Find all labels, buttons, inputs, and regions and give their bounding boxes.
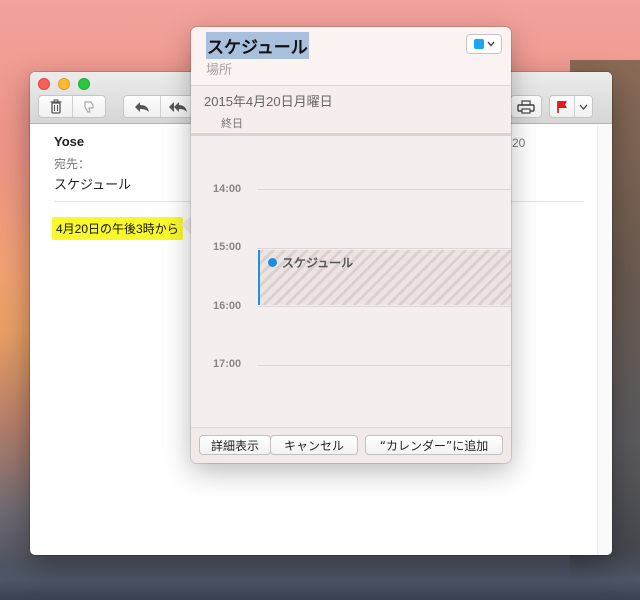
- flag-group: [549, 95, 593, 118]
- zoom-window-button[interactable]: [78, 78, 90, 90]
- delete-button[interactable]: [39, 96, 72, 117]
- reply-group: [123, 95, 195, 118]
- event-title-field[interactable]: スケジュール: [206, 32, 309, 59]
- hour-gridline: [257, 189, 511, 190]
- event-block-title: スケジュール: [282, 256, 354, 270]
- hour-label: 17:00: [213, 358, 242, 370]
- message-date: 20: [512, 136, 526, 150]
- message-scrollbar[interactable]: [597, 125, 612, 555]
- popover-arrow: [181, 216, 191, 234]
- reply-all-button[interactable]: [159, 96, 196, 117]
- popover-footer: 詳細表示 キャンセル “カレンダー”に追加: [191, 427, 511, 463]
- reply-all-icon: [168, 101, 187, 112]
- flag-menu-button[interactable]: [574, 96, 592, 117]
- cancel-button[interactable]: キャンセル: [270, 435, 358, 455]
- close-window-button[interactable]: [38, 78, 50, 90]
- hour-label: 14:00: [213, 183, 242, 195]
- chevron-down-icon: [487, 41, 494, 47]
- flag-button[interactable]: [550, 96, 574, 117]
- hour-gridline: [257, 248, 511, 249]
- calendar-color-select[interactable]: [466, 34, 502, 54]
- junk-icon: [84, 100, 94, 113]
- hour-label: 15:00: [213, 241, 242, 253]
- details-button[interactable]: 詳細表示: [199, 435, 271, 455]
- print-icon: [517, 99, 535, 114]
- hour-label: 16:00: [213, 300, 242, 312]
- flag-menu-chevron-icon: [579, 104, 588, 110]
- location-field[interactable]: 場所: [206, 59, 232, 78]
- all-day-label: 終日: [221, 118, 243, 130]
- popover-header: スケジュール 場所: [191, 27, 511, 85]
- calendar-color-swatch: [473, 39, 484, 49]
- event-date[interactable]: 2015年4月20日月曜日: [204, 91, 333, 110]
- add-event-popover: スケジュール 場所 2015年4月20日月曜日 終日 14:00 15:00 1…: [191, 27, 511, 463]
- day-timeline[interactable]: 14:00 15:00 16:00 17:00 スケジュール: [191, 136, 511, 427]
- reply-button[interactable]: [124, 96, 160, 117]
- message-subject: スケジュール: [54, 177, 132, 192]
- delete-junk-group: [38, 95, 106, 118]
- print-group: [510, 95, 542, 118]
- reply-icon: [134, 101, 149, 112]
- event-color-dot: [268, 258, 277, 267]
- detected-date-highlight[interactable]: 4月20日の午後3時から: [52, 217, 183, 240]
- to-label: 宛先：: [54, 157, 91, 171]
- desktop-background-ridge: [0, 550, 640, 600]
- sender-name[interactable]: Yose: [54, 134, 131, 149]
- event-block[interactable]: スケジュール: [258, 250, 511, 305]
- add-to-calendar-button[interactable]: “カレンダー”に追加: [365, 435, 503, 455]
- print-button[interactable]: [511, 96, 541, 117]
- hour-gridline: [257, 365, 511, 366]
- flag-icon: [557, 100, 567, 113]
- minimize-window-button[interactable]: [58, 78, 70, 90]
- junk-button[interactable]: [72, 96, 105, 117]
- trash-icon: [50, 99, 62, 114]
- header-separator: [191, 85, 511, 86]
- message-header: Yose 宛先： スケジュール: [54, 134, 131, 193]
- hour-gridline: [257, 306, 511, 307]
